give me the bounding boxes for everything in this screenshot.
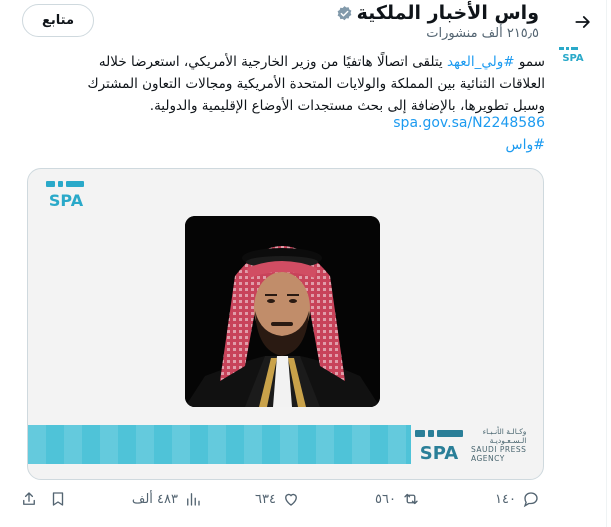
- post-count: ٢١٥٫٥ ألف منشورات: [426, 26, 539, 41]
- reply-button[interactable]: ١٤٠: [495, 490, 540, 508]
- share-icon: [23, 492, 35, 505]
- back-button[interactable]: [569, 8, 597, 36]
- arrow-right-icon: [575, 16, 590, 28]
- like-button[interactable]: ٦٣٤: [255, 490, 300, 508]
- like-count: ٦٣٤: [255, 491, 276, 507]
- view-count: ٤٨٣ ألف: [131, 491, 178, 507]
- brand-stripe: [28, 425, 411, 464]
- tweet-link[interactable]: spa.gov.sa/N2248586: [393, 115, 545, 131]
- svg-text:SPA: SPA: [562, 53, 584, 64]
- reply-icon: [523, 492, 538, 508]
- repost-icon: [404, 493, 418, 505]
- profile-name[interactable]: واس الأخبار الملكية: [357, 2, 539, 24]
- agency-en-line2: AGENCY: [471, 454, 505, 463]
- views-button[interactable]: ٤٨٣ ألف: [132, 490, 202, 508]
- spa-logo-icon: SPA: [415, 430, 463, 464]
- heart-icon: [285, 493, 297, 506]
- action-bar: ١٤٠ ٥٦٠ ٦٣٤ ٤٨٣ ألف: [20, 490, 550, 514]
- spa-logo-text: SPA: [49, 191, 84, 210]
- profile-header: واس الأخبار الملكية ٢١٥٫٥ ألف منشورات: [336, 2, 539, 41]
- spa-logo-icon: SPA: [559, 47, 584, 64]
- portrait-photo: [185, 216, 380, 407]
- verified-badge-icon: [337, 5, 351, 20]
- views-chart-icon: [187, 493, 200, 506]
- repost-button[interactable]: ٥٦٠: [375, 490, 420, 508]
- bookmark-icon: [52, 492, 64, 506]
- reply-count: ١٤٠: [495, 491, 516, 507]
- tweet-page: واس الأخبار الملكية ٢١٥٫٥ ألف منشورات مت…: [0, 0, 611, 527]
- hashtag-crown-prince[interactable]: #ولي_العهد: [447, 54, 515, 70]
- agency-logo: SPA وكـالـة الأنـبـاء الـسـعـوديـة SAUDI…: [413, 424, 541, 466]
- follow-button[interactable]: متابع: [22, 4, 94, 37]
- column-divider: [606, 0, 607, 527]
- bookmark-button[interactable]: [49, 490, 67, 508]
- agency-ar-line1: وكـالـة الأنـبـاء: [482, 427, 527, 436]
- agency-ar-line2: الـسـعـوديـة: [489, 436, 527, 445]
- tweet-text: سمو #ولي_العهد يتلقى اتصالًا هاتفيًا من …: [53, 51, 545, 117]
- tweet-text-prefix: سمو: [514, 54, 545, 70]
- repost-count: ٥٦٠: [375, 491, 396, 507]
- svg-text:SPA: SPA: [420, 443, 459, 464]
- agency-en-line1: SAUDI PRESS: [471, 445, 527, 454]
- hashtag-was[interactable]: #واس: [506, 137, 545, 153]
- avatar[interactable]: SPA: [555, 40, 591, 68]
- spa-logo-icon: SPA: [46, 181, 84, 210]
- media-image[interactable]: SPA SPA وكـالـة الأنـبـاء الـسـعـوديـة S…: [27, 168, 544, 480]
- share-button[interactable]: [20, 490, 38, 508]
- agency-name: وكـالـة الأنـبـاء الـسـعـوديـة SAUDI PRE…: [471, 427, 526, 463]
